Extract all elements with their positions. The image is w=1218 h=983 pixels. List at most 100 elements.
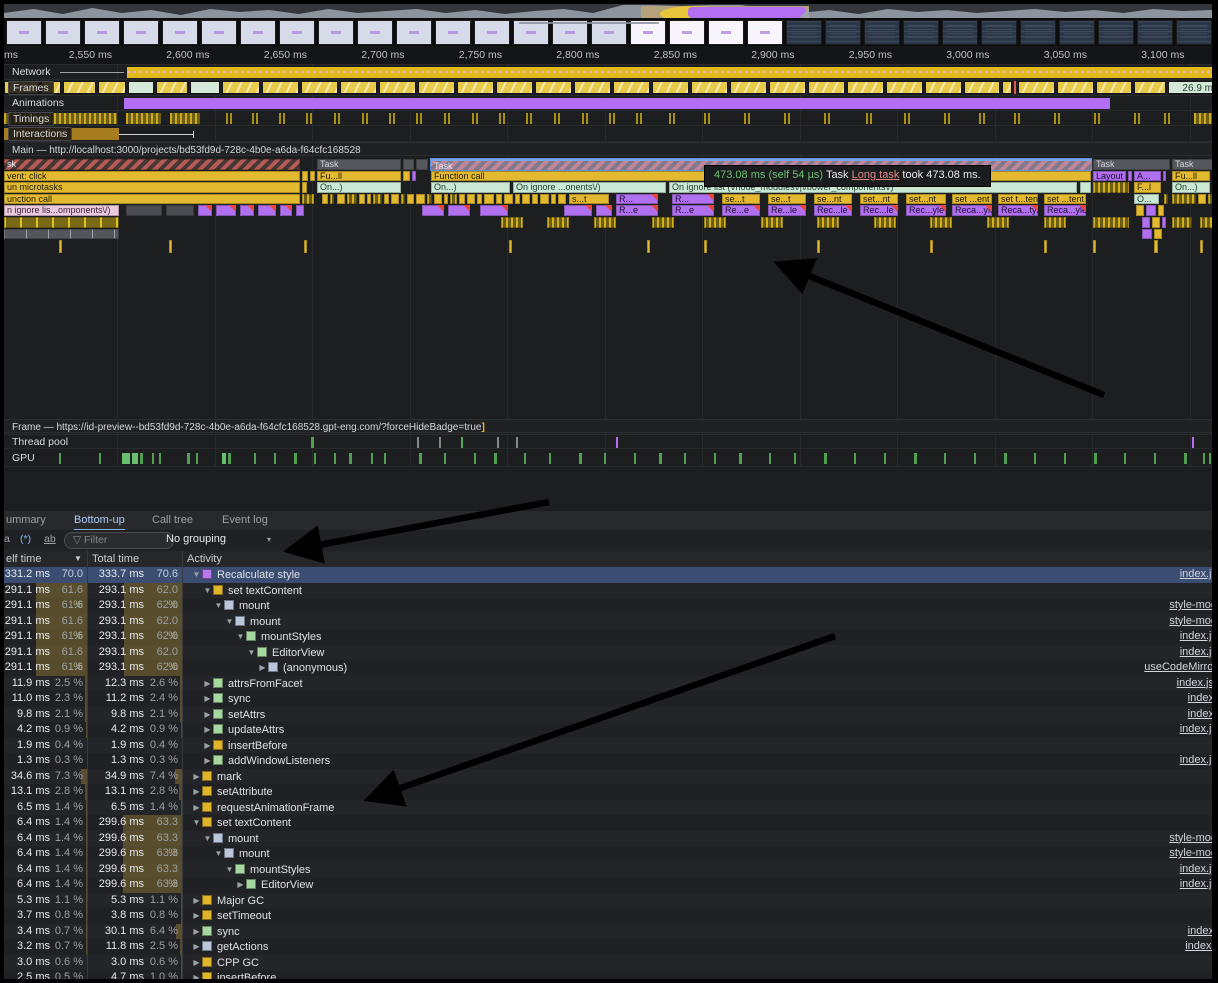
flame-bar[interactable] bbox=[704, 240, 707, 253]
table-row[interactable]: 13.1 ms2.8 %13.1 ms2.8 %▶setAttribute bbox=[4, 784, 1212, 800]
timing-mark[interactable] bbox=[1134, 113, 1136, 124]
flame-bar[interactable] bbox=[416, 194, 425, 205]
timing-mark[interactable] bbox=[1054, 113, 1056, 124]
gpu-tick[interactable] bbox=[1154, 453, 1156, 464]
table-row[interactable]: 34.6 ms7.3 %34.9 ms7.4 %▶mark bbox=[4, 769, 1212, 785]
gpu-tick[interactable] bbox=[274, 453, 276, 464]
source-link[interactable]: index.js bbox=[1180, 629, 1212, 645]
collapse-icon[interactable]: ▼ bbox=[202, 831, 213, 847]
table-row[interactable]: 3.0 ms0.6 %3.0 ms0.6 %▶CPP GC bbox=[4, 955, 1212, 971]
frame-box[interactable] bbox=[1134, 81, 1166, 94]
flame-bar[interactable] bbox=[547, 217, 569, 228]
gpu-tick[interactable] bbox=[974, 453, 976, 464]
gpu-tick[interactable] bbox=[494, 453, 497, 464]
table-row[interactable]: 291.1 ms61.6 %293.1 ms62.0 %▼EditorViewi… bbox=[4, 645, 1212, 661]
expand-icon[interactable]: ▶ bbox=[191, 908, 202, 924]
filmstrip-thumbnail[interactable] bbox=[201, 20, 237, 45]
frame-box[interactable] bbox=[574, 81, 611, 94]
frame-box[interactable] bbox=[457, 81, 494, 94]
filmstrip-thumbnail[interactable] bbox=[981, 20, 1017, 45]
table-row[interactable]: 291.1 ms61.6 %293.1 ms62.0 %▶(anonymous)… bbox=[4, 660, 1212, 676]
flame-bar-on-[interactable]: On...) bbox=[1172, 182, 1210, 193]
flame-bar[interactable] bbox=[412, 171, 416, 182]
timing-mark[interactable] bbox=[389, 113, 391, 124]
flame-bar[interactable] bbox=[594, 217, 616, 228]
source-link[interactable]: index.js bbox=[1180, 862, 1212, 878]
frame-box[interactable] bbox=[730, 81, 767, 94]
gpu-tick[interactable] bbox=[579, 453, 582, 464]
table-row[interactable]: 1.9 ms0.4 %1.9 ms0.4 %▶insertBefore bbox=[4, 738, 1212, 754]
flame-bar[interactable] bbox=[198, 205, 212, 216]
flame-bar-set-ent[interactable]: set ...ent bbox=[952, 194, 992, 205]
table-row[interactable]: 6.4 ms1.4 %299.6 ms63.3 %▼mountstyle-mod bbox=[4, 831, 1212, 847]
table-row[interactable]: 3.7 ms0.8 %3.8 ms0.8 %▶setTimeout bbox=[4, 908, 1212, 924]
flame-bar[interactable] bbox=[4, 229, 119, 240]
flame-bar-r-[interactable]: R... bbox=[672, 194, 714, 205]
flame-bar[interactable] bbox=[504, 194, 513, 205]
flame-bar-task[interactable]: Task bbox=[1172, 159, 1212, 170]
flame-bar[interactable] bbox=[302, 171, 308, 182]
source-link[interactable]: index.js bbox=[1180, 567, 1212, 583]
gpu-tick[interactable] bbox=[769, 453, 771, 464]
gpu-tick[interactable] bbox=[132, 453, 138, 464]
table-row[interactable]: 4.2 ms0.9 %4.2 ms0.9 %▶updateAttrsindex.… bbox=[4, 722, 1212, 738]
collapse-icon[interactable]: ▼ bbox=[202, 583, 213, 599]
gpu-tick[interactable] bbox=[334, 453, 336, 464]
flame-bar-a-[interactable]: A... bbox=[1134, 171, 1161, 182]
frame-box[interactable] bbox=[496, 81, 533, 94]
flame-bar[interactable] bbox=[522, 194, 530, 205]
flame-bar[interactable] bbox=[874, 217, 896, 228]
timing-mark[interactable] bbox=[979, 113, 981, 124]
grouping-select[interactable]: No grouping bbox=[166, 533, 226, 545]
timing-mark[interactable] bbox=[306, 113, 308, 124]
flame-bar[interactable] bbox=[1093, 217, 1129, 228]
expand-icon[interactable]: ▶ bbox=[191, 939, 202, 955]
frame-box[interactable] bbox=[1002, 81, 1012, 94]
frame-box[interactable] bbox=[222, 81, 260, 94]
gpu-tick[interactable] bbox=[59, 453, 61, 464]
source-link[interactable]: index.js bbox=[1180, 722, 1212, 738]
flame-bar-se-nt[interactable]: se...nt bbox=[814, 194, 852, 205]
filmstrip-thumbnail[interactable] bbox=[357, 20, 393, 45]
frame-box[interactable] bbox=[925, 81, 962, 94]
collapse-icon[interactable]: ▼ bbox=[235, 629, 246, 645]
expand-icon[interactable]: ▶ bbox=[191, 970, 202, 979]
flame-bar[interactable] bbox=[1152, 217, 1160, 228]
source-link[interactable]: index.j bbox=[1185, 939, 1212, 955]
flame-bar[interactable] bbox=[1142, 217, 1150, 228]
flame-bar-fu-ll[interactable]: Fu...ll bbox=[1172, 171, 1210, 182]
gpu-tick[interactable] bbox=[824, 453, 827, 464]
timing-mark[interactable] bbox=[669, 113, 671, 124]
flame-bar[interactable] bbox=[1044, 240, 1047, 253]
expand-icon[interactable]: ▶ bbox=[191, 800, 202, 816]
table-row[interactable]: 3.2 ms0.7 %11.8 ms2.5 %▶getActionsindex.… bbox=[4, 939, 1212, 955]
frame-box[interactable] bbox=[1096, 81, 1132, 94]
flame-bar[interactable] bbox=[1200, 240, 1203, 253]
source-link[interactable]: index. bbox=[1188, 691, 1212, 707]
expand-icon[interactable]: ▶ bbox=[235, 877, 246, 893]
timing-mark[interactable] bbox=[636, 113, 638, 124]
table-row[interactable]: 6.4 ms1.4 %299.6 ms63.3 %▼mountstyle-mod bbox=[4, 846, 1212, 862]
col-activity[interactable]: Activity bbox=[187, 551, 222, 567]
flame-bar[interactable] bbox=[450, 194, 457, 205]
table-row[interactable]: 331.2 ms70.0 %333.7 ms70.6 %▼Recalculate… bbox=[4, 567, 1212, 583]
flame-bar[interactable] bbox=[401, 194, 405, 205]
filter-input[interactable]: ▽ Filter bbox=[64, 532, 174, 549]
timing-mark[interactable] bbox=[334, 113, 336, 124]
collapse-icon[interactable]: ▼ bbox=[191, 567, 202, 583]
source-link[interactable]: useCodeMirror bbox=[1144, 660, 1212, 676]
match-case-icon[interactable]: a bbox=[4, 533, 10, 545]
flame-bar[interactable] bbox=[496, 194, 502, 205]
flame-bar-on-[interactable]: On...) bbox=[431, 182, 510, 193]
tooltip-longtask-link[interactable]: Long task bbox=[852, 169, 900, 181]
flame-bar[interactable] bbox=[4, 217, 119, 228]
timing-mark[interactable] bbox=[554, 113, 556, 124]
animations-bar[interactable] bbox=[124, 98, 1110, 109]
flame-bar[interactable] bbox=[337, 194, 345, 205]
flame-bar[interactable] bbox=[169, 240, 172, 253]
flame-bar-re-e[interactable]: Re...e bbox=[722, 205, 760, 216]
filmstrip-thumbnail[interactable] bbox=[1176, 20, 1212, 45]
collapse-icon[interactable]: ▼ bbox=[213, 598, 224, 614]
gpu-tick[interactable] bbox=[1064, 453, 1066, 464]
frame-box[interactable] bbox=[156, 81, 188, 94]
